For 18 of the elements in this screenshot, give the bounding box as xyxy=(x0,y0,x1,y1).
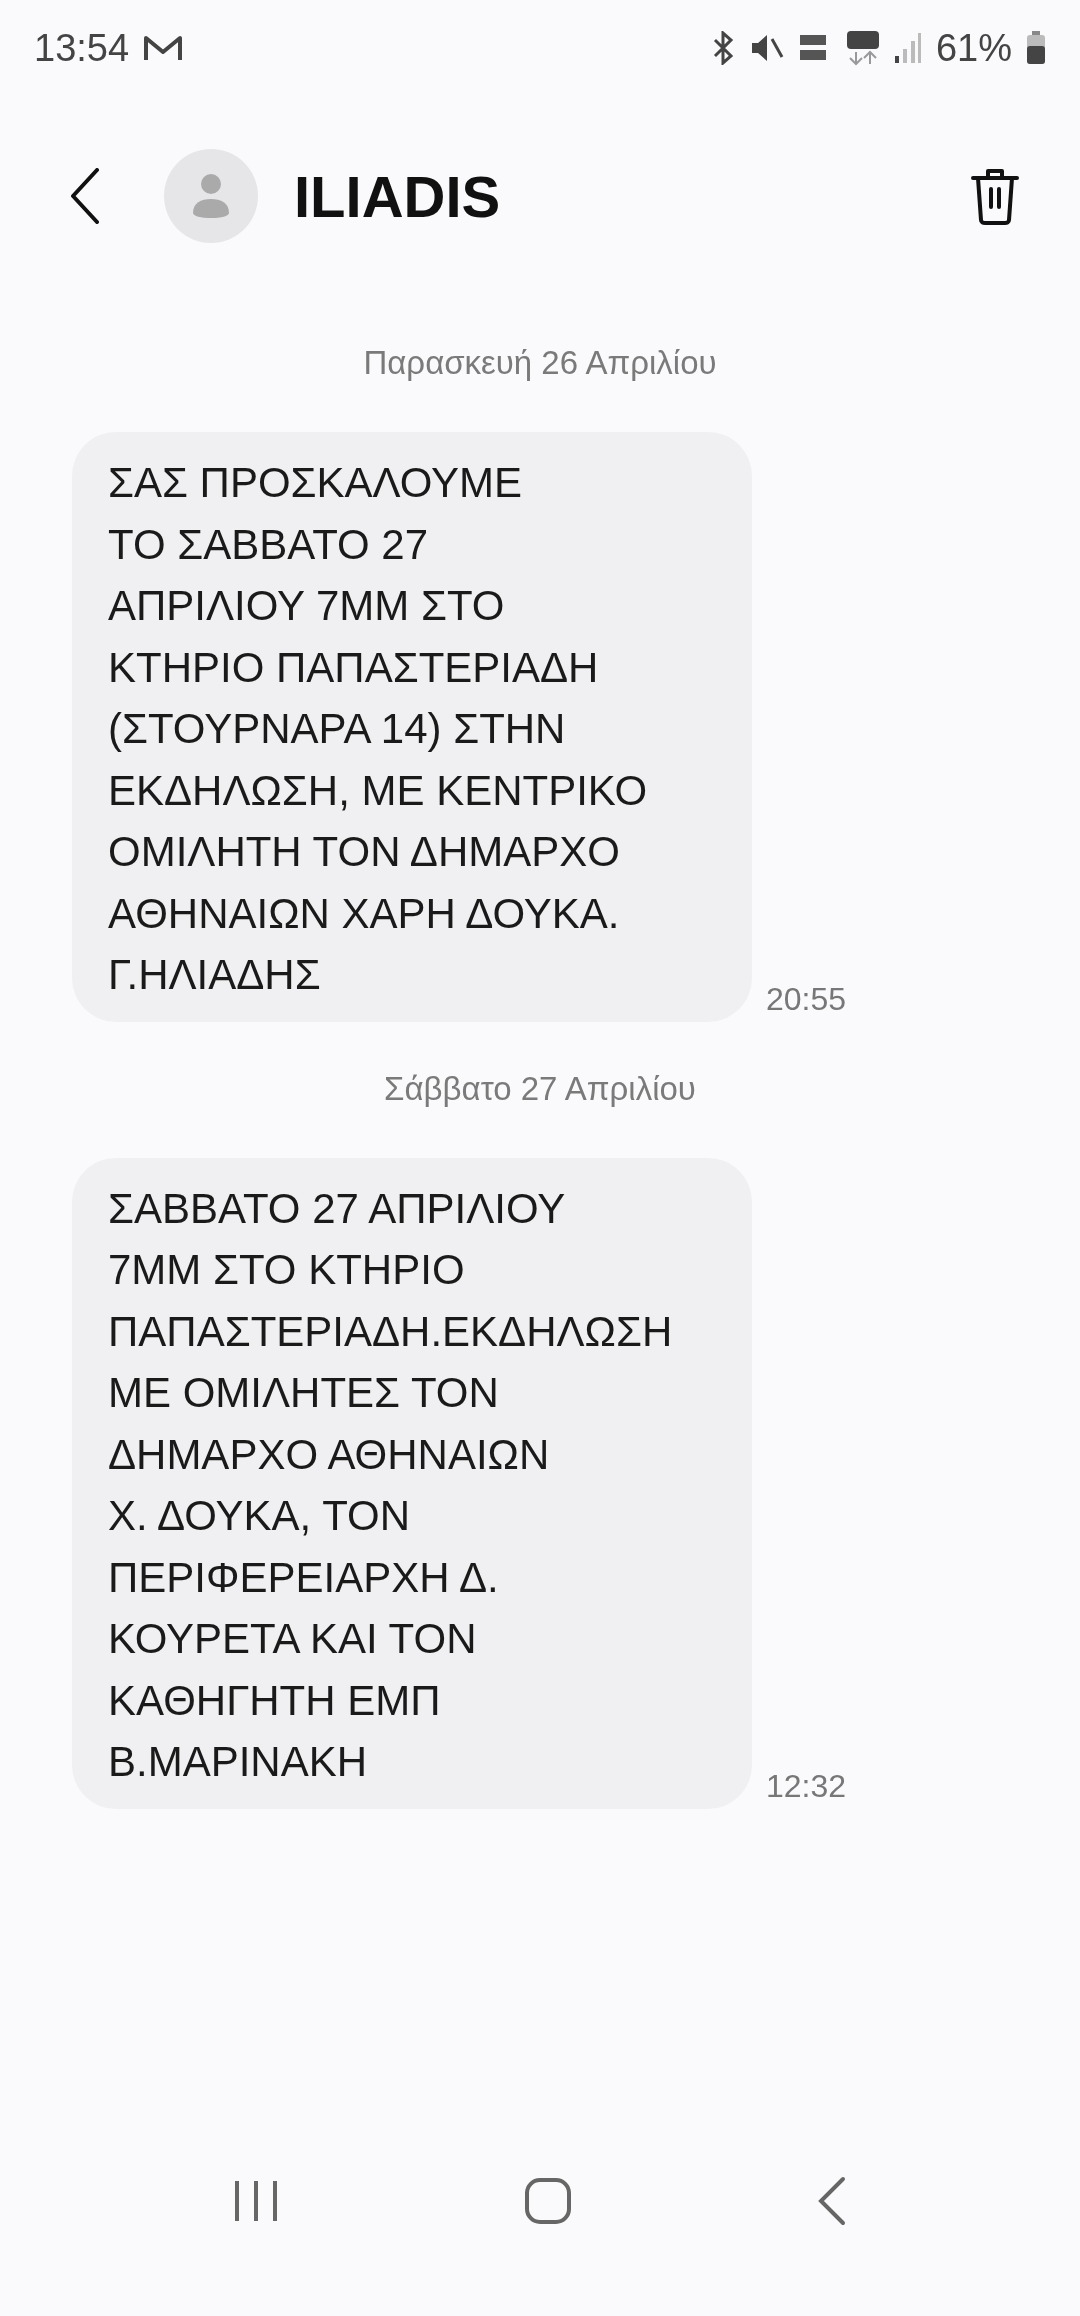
delete-icon[interactable] xyxy=(970,167,1020,225)
bluetooth-icon xyxy=(711,31,736,65)
recent-apps-icon[interactable] xyxy=(232,2179,279,2223)
back-nav-icon[interactable] xyxy=(817,2176,848,2226)
home-icon[interactable] xyxy=(524,2177,572,2225)
date-separator: Παρασκευή 26 Απριλίου xyxy=(363,344,717,382)
contact-name: ILIADIS xyxy=(294,162,501,230)
message-time: 12:32 xyxy=(766,1767,847,1805)
message-bubble: ΣΑΣ ΠΡΟΣΚΑΛΟΥΜΕ ΤΟ ΣΑΒΒΑΤΟ 27 ΑΠΡΙΛΙΟΥ 7ΜΜ ΣΤΟ ΚΤΗΡΙΟ ΠΑΠΑΣΤΕΡΙΑΔΗ (ΣΤΟΥΡΝΑΡΑ 14) ΣΤΗΝ ΕΚΔΗΛΩΣΗ, ΜΕ ΚΕΝΤΡΙΚΟ ΟΜΙΛΗΤΗ ΤΟΝ ΔΗΜΑΡΧΟ ΑΘΗΝΑΙΩΝ ΧΑΡΗ ΔΟΥΚΑ. Γ.ΗΛΙΑΔΗΣ xyxy=(72,432,752,1022)
date-separator: Σάββατο 27 Απριλίου xyxy=(384,1069,696,1108)
message-bubble: ΣΑΒΒΑΤΟ 27 ΑΠΡΙΛΙΟΥ 7ΜΜ ΣΤΟ ΚΤΗΡΙΟ ΠΑΠΑΣΤΕΡΙΑΔΗ.ΕΚΔΗΛΩΣΗ ΜΕ ΟΜΙΛΗΤΕΣ ΤΟΝ ΔΗΜΑΡΧΟ ΑΘΗΝΑΙΩΝ Χ. ΔΟΥΚΑ, ΤΟΝ ΠΕΡΙΦΕΡΕΙΑΡΧΗ Δ. ΚΟΥΡΕΤΑ ΚΑΙ ΤΟΝ ΚΑΘΗΓΗΤΗ ΕΜΠ Β.ΜΑΡΙΝΑΚΗ xyxy=(72,1157,752,1809)
message-time: 20:55 xyxy=(766,980,847,1018)
status-time: 13:54 xyxy=(34,26,130,70)
battery-icon xyxy=(1026,31,1046,65)
mail-icon xyxy=(143,33,184,63)
signal-icon xyxy=(893,32,922,64)
back-icon[interactable] xyxy=(70,168,100,224)
battery-percent: 61% xyxy=(935,26,1012,70)
